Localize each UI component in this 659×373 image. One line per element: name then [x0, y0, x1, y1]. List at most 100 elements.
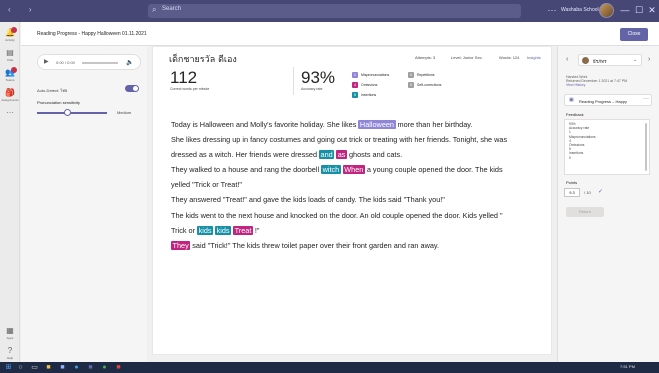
sensitivity-slider-thumb[interactable] [63, 109, 71, 116]
avatar[interactable] [599, 3, 614, 18]
help-icon: ? [7, 346, 13, 355]
rail-item-more[interactable]: ··· [1, 108, 19, 128]
rail-item-activity[interactable]: 🔔 Activity [1, 27, 19, 48]
reading-level: Level: Junior Sec. [451, 55, 483, 60]
start-icon[interactable]: ⊞ [4, 363, 13, 372]
chrome-icon[interactable]: ● [100, 363, 109, 372]
repetitions-count: 0 [408, 72, 414, 78]
auto-detect-label: Auto-Detect: ไทย [37, 88, 68, 93]
repetitions-label: Repetitions [417, 73, 435, 77]
inserted-word[interactable]: kids [197, 225, 214, 235]
mispronunciations-filter[interactable]: 1 Mispronunciations [352, 72, 389, 78]
self-corrections-label: Self-corrections [417, 83, 442, 87]
wpm-label: Correct words per minute [170, 87, 210, 91]
maximize-button[interactable]: ☐ [632, 3, 646, 17]
omitted-word[interactable]: as [336, 150, 347, 160]
app-rail: 🔔 Activity ▤ Chat 👥 Teams 🎒 Assignments … [0, 22, 20, 362]
more-icon[interactable]: ··· [643, 96, 649, 102]
avatar [582, 57, 589, 64]
return-button[interactable]: Return [566, 207, 604, 217]
inserted-word[interactable]: kids [215, 225, 232, 235]
volume-icon[interactable]: 🔈 [126, 59, 133, 66]
teams-app-icon[interactable]: ■ [86, 363, 95, 372]
passage-line: They answered "Treat!" and gave the kids… [171, 195, 445, 205]
mispronunciations-count: 1 [352, 72, 358, 78]
self-corrections-filter[interactable]: 0 Self-corrections [408, 82, 441, 88]
previous-student-icon[interactable]: ‹ [566, 56, 568, 63]
attempts-count: Attempts: 3 [415, 55, 436, 60]
reading-passage: Today is Halloween and Molly's favorite … [171, 117, 543, 253]
feedback-textarea[interactable]: 93% Accuracy rate 1 Mispronunciations 4 … [564, 119, 650, 175]
student-selector[interactable]: ธีรภัทร ⌄ [578, 54, 642, 66]
feedback-label: Feedback [566, 112, 584, 117]
assignment-title: Reading Progress – Happy [579, 98, 628, 104]
assignments-icon: 🎒 [5, 88, 15, 97]
passage-line: Today is Halloween and Molly's favorite … [171, 120, 473, 129]
breadcrumb: Reading Progress - Happy Halloween 01.11… [37, 31, 147, 37]
rail-item-chat[interactable]: ▤ Chat [1, 48, 19, 68]
seek-bar[interactable] [82, 62, 118, 64]
search-box[interactable]: ⌕ Search [148, 4, 521, 18]
reading-progress-icon: ▣ [569, 97, 574, 103]
sensitivity-label: Pronunciation sensitivity [37, 100, 80, 105]
close-button[interactable]: Close [620, 28, 648, 41]
inserted-word[interactable]: and [319, 150, 335, 160]
sensitivity-slider[interactable] [37, 112, 107, 114]
assignment-attachment[interactable]: ▣ Reading Progress – Happy ··· [564, 94, 652, 106]
points-label: Points [566, 180, 578, 185]
more-icon: ··· [6, 108, 14, 117]
edge-icon[interactable]: ● [72, 363, 81, 372]
search-icon[interactable]: ○ [16, 363, 25, 372]
omitted-word[interactable]: Treat [233, 225, 253, 235]
audio-player: ▶ 0:00 / 0:00 🔈 [37, 54, 141, 70]
scrollbar[interactable] [645, 123, 647, 171]
task-view-icon[interactable]: ▭ [30, 363, 39, 372]
options-panel: ▶ 0:00 / 0:00 🔈 Auto-Detect: ไทย Pronunc… [21, 46, 147, 362]
file-explorer-icon[interactable]: ■ [44, 363, 53, 372]
reading-report: เด็กชายรวัล ดีเอง Attempts: 3 Level: Jun… [152, 46, 552, 355]
omissions-filter[interactable]: 4 Omissions [352, 82, 377, 88]
passage-line: She likes dressing up in fancy costumes … [171, 135, 508, 145]
omissions-label: Omissions [361, 83, 378, 87]
omitted-word[interactable]: They [171, 240, 191, 250]
sensitivity-value: Medium [117, 110, 132, 115]
auto-detect-toggle[interactable] [125, 85, 139, 92]
close-window-button[interactable]: ✕ [645, 3, 659, 17]
next-student-icon[interactable]: › [648, 56, 650, 63]
omitted-word[interactable]: When [342, 165, 365, 175]
os-taskbar: ⊞ ○ ▭ ■ ■ ● ■ ● ■ 7:51 PM [0, 362, 659, 373]
mail-icon[interactable]: ■ [58, 363, 67, 372]
word-count: Words: 124 [499, 55, 520, 60]
rail-item-apps[interactable]: ▦ Apps [1, 326, 19, 346]
mispronunciations-label: Mispronunciations [361, 73, 390, 77]
minimize-button[interactable]: — [618, 3, 632, 17]
insights-link[interactable]: Insights [527, 55, 541, 60]
mispronounced-word[interactable]: Halloween [358, 120, 396, 129]
view-history-link[interactable]: View History [566, 83, 585, 87]
more-options-icon[interactable]: ··· [545, 3, 559, 17]
play-icon[interactable]: ▶ [44, 58, 49, 65]
rail-item-teams[interactable]: 👥 Teams [1, 67, 19, 88]
apps-icon: ▦ [6, 326, 14, 335]
student-name: เด็กชายรวัล ดีเอง [169, 55, 237, 65]
passage-line: yelled "Trick or Treat!" [171, 180, 243, 190]
chat-icon: ▤ [6, 48, 14, 57]
omissions-count: 4 [352, 82, 358, 88]
repetitions-filter[interactable]: 0 Repetitions [408, 72, 435, 78]
user-name: Washaba School [561, 7, 599, 13]
passage-line: They said "Trick!" The kids threw toilet… [171, 240, 440, 250]
accuracy-label: Accuracy rate [301, 87, 323, 91]
selected-student-name: ธีรภัทร [593, 60, 607, 65]
insertions-filter[interactable]: 5 Insertions [352, 92, 376, 98]
insertions-label: Insertions [361, 93, 377, 97]
system-clock: 7:51 PM [620, 364, 635, 369]
search-icon: ⌕ [152, 5, 157, 14]
passage-line: dressed as a witch. Her friends were dre… [171, 150, 403, 160]
points-input[interactable]: 9.3 [564, 188, 580, 197]
accuracy-value: 93% [301, 68, 336, 87]
nav-arrows[interactable]: ‹ › [8, 5, 40, 14]
rail-item-assignments[interactable]: 🎒 Assignments [1, 88, 19, 108]
grading-panel: ‹ ธีรภัทร ⌄ › Handed Work Returned Decem… [557, 46, 659, 362]
inserted-word[interactable]: witch [321, 165, 341, 175]
app-icon[interactable]: ■ [114, 363, 123, 372]
